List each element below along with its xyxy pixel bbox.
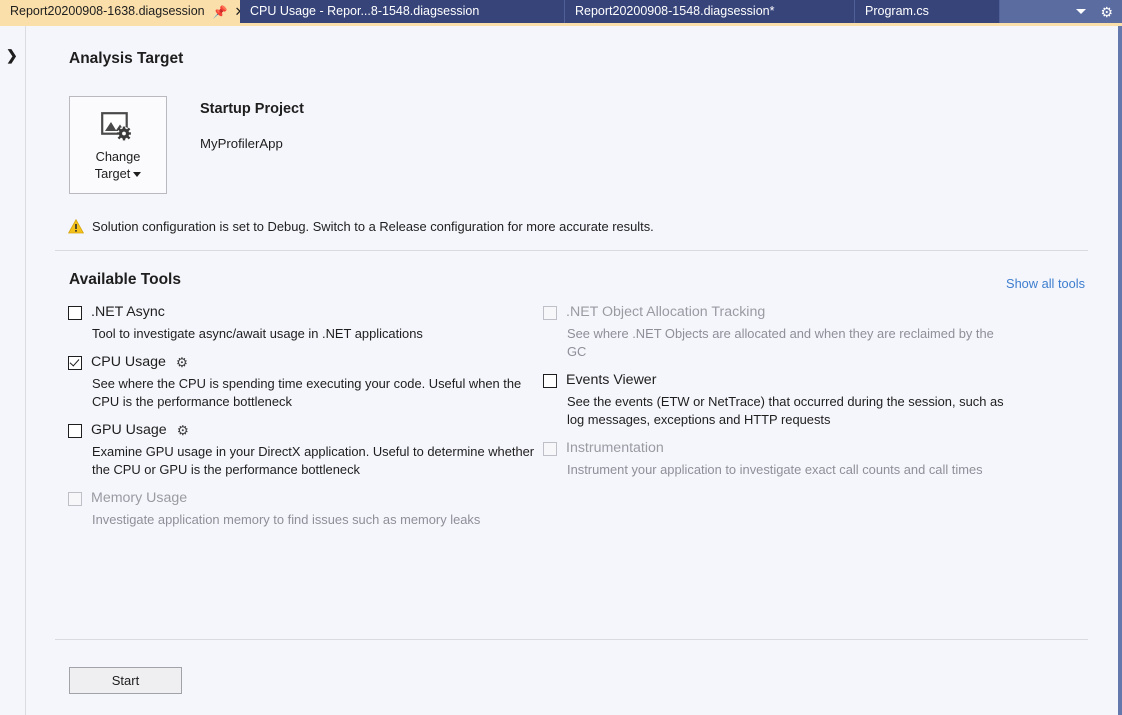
tool-description-events-viewer: See the events (ETW or NetTrace) that oc… bbox=[567, 393, 1013, 429]
tool-description-gpu-usage: Examine GPU usage in your DirectX applic… bbox=[92, 443, 538, 479]
checkbox-instrumentation bbox=[543, 442, 557, 456]
checkbox-cpu-usage[interactable] bbox=[68, 356, 82, 370]
start-button[interactable]: Start bbox=[69, 667, 182, 694]
tool-item-memory-usage: Memory Usage Investigate application mem… bbox=[68, 490, 538, 529]
editor-tab-3[interactable]: Program.cs bbox=[855, 0, 1000, 23]
gear-icon-cpu-usage[interactable]: ⚙ bbox=[176, 356, 188, 370]
tool-description-cpu-usage: See where the CPU is spending time execu… bbox=[92, 375, 538, 411]
tab-strip-filler: ⚙ bbox=[1000, 0, 1122, 23]
tool-toggle-instrumentation: Instrumentation bbox=[543, 440, 1013, 457]
warning-triangle-icon bbox=[68, 219, 84, 234]
configuration-warning: Solution configuration is set to Debug. … bbox=[68, 219, 654, 234]
checkbox-events-viewer[interactable] bbox=[543, 374, 557, 388]
change-target-label: Change Target bbox=[95, 148, 142, 182]
tool-label-dotnet-object-allocation-tracking: .NET Object Allocation Tracking bbox=[566, 304, 765, 321]
target-project-name: MyProfilerApp bbox=[200, 136, 283, 151]
editor-tab-1-label: CPU Usage - Repor...8-1548.diagsession bbox=[250, 0, 479, 23]
tool-toggle-dotnet-async[interactable]: .NET Async bbox=[68, 304, 538, 321]
image-settings-icon bbox=[101, 112, 135, 142]
editor-tab-0[interactable]: Report20200908-1638.diagsession 📌 ✕ bbox=[0, 0, 240, 23]
change-target-line2: Target bbox=[95, 166, 131, 181]
editor-tab-strip: Report20200908-1638.diagsession 📌 ✕ CPU … bbox=[0, 0, 1122, 23]
show-all-tools-link[interactable]: Show all tools bbox=[1006, 276, 1085, 291]
caret-down-icon bbox=[133, 172, 141, 177]
checkbox-dotnet-async[interactable] bbox=[68, 306, 82, 320]
change-target-line1: Change bbox=[96, 149, 141, 164]
chevron-down-icon[interactable] bbox=[1076, 9, 1086, 14]
divider-top bbox=[55, 250, 1088, 251]
available-tools-heading: Available Tools bbox=[69, 271, 181, 289]
tool-description-instrumentation: Instrument your application to investiga… bbox=[567, 461, 1013, 479]
editor-tab-2-label: Report20200908-1548.diagsession* bbox=[575, 0, 774, 23]
target-kind-label: Startup Project bbox=[200, 101, 304, 117]
left-gutter: ❯ bbox=[0, 26, 26, 715]
configuration-warning-text: Solution configuration is set to Debug. … bbox=[92, 219, 654, 234]
tool-item-instrumentation: Instrumentation Instrument your applicat… bbox=[543, 440, 1013, 479]
tool-toggle-dotnet-object-allocation-tracking: .NET Object Allocation Tracking bbox=[543, 304, 1013, 321]
checkbox-gpu-usage[interactable] bbox=[68, 424, 82, 438]
tool-item-events-viewer: Events Viewer See the events (ETW or Net… bbox=[543, 372, 1013, 429]
chevron-right-icon[interactable]: ❯ bbox=[6, 48, 18, 62]
tool-description-dotnet-object-allocation-tracking: See where .NET Objects are allocated and… bbox=[567, 325, 1013, 361]
tool-item-gpu-usage: GPU Usage ⚙ Examine GPU usage in your Di… bbox=[68, 422, 538, 479]
tools-left-column: .NET Async Tool to investigate async/awa… bbox=[68, 304, 538, 540]
tool-toggle-cpu-usage[interactable]: CPU Usage ⚙ bbox=[68, 354, 538, 371]
tool-label-cpu-usage: CPU Usage bbox=[91, 354, 166, 371]
tool-toggle-events-viewer[interactable]: Events Viewer bbox=[543, 372, 1013, 389]
tool-item-dotnet-async: .NET Async Tool to investigate async/awa… bbox=[68, 304, 538, 343]
change-target-button[interactable]: Change Target bbox=[69, 96, 167, 194]
tool-label-dotnet-async: .NET Async bbox=[91, 304, 165, 321]
tool-toggle-memory-usage: Memory Usage bbox=[68, 490, 538, 507]
tool-item-dotnet-object-allocation-tracking: .NET Object Allocation Tracking See wher… bbox=[543, 304, 1013, 361]
tool-description-memory-usage: Investigate application memory to find i… bbox=[92, 511, 538, 529]
editor-tab-0-label: Report20200908-1638.diagsession bbox=[10, 0, 205, 23]
editor-tab-2[interactable]: Report20200908-1548.diagsession* bbox=[565, 0, 855, 23]
analysis-target-heading: Analysis Target bbox=[69, 50, 183, 68]
tool-label-instrumentation: Instrumentation bbox=[566, 440, 664, 457]
gear-icon-gpu-usage[interactable]: ⚙ bbox=[177, 424, 189, 438]
pin-icon[interactable]: 📌 bbox=[213, 6, 228, 18]
checkbox-memory-usage bbox=[68, 492, 82, 506]
tool-toggle-gpu-usage[interactable]: GPU Usage ⚙ bbox=[68, 422, 538, 439]
diagnostics-hub-content: Analysis Target bbox=[27, 26, 1118, 715]
tool-label-memory-usage: Memory Usage bbox=[91, 490, 187, 507]
checkbox-dotnet-object-allocation-tracking bbox=[543, 306, 557, 320]
editor-tab-1[interactable]: CPU Usage - Repor...8-1548.diagsession bbox=[240, 0, 565, 23]
gear-icon[interactable]: ⚙ bbox=[1100, 5, 1113, 19]
tool-item-cpu-usage: CPU Usage ⚙ See where the CPU is spendin… bbox=[68, 354, 538, 411]
diagnostics-hub-window: Report20200908-1638.diagsession 📌 ✕ CPU … bbox=[0, 0, 1122, 715]
tool-description-dotnet-async: Tool to investigate async/await usage in… bbox=[92, 325, 538, 343]
tool-label-gpu-usage: GPU Usage bbox=[91, 422, 167, 439]
divider-bottom bbox=[55, 639, 1088, 640]
tools-right-column: .NET Object Allocation Tracking See wher… bbox=[543, 304, 1013, 490]
tool-label-events-viewer: Events Viewer bbox=[566, 372, 656, 389]
editor-tab-3-label: Program.cs bbox=[865, 0, 929, 23]
